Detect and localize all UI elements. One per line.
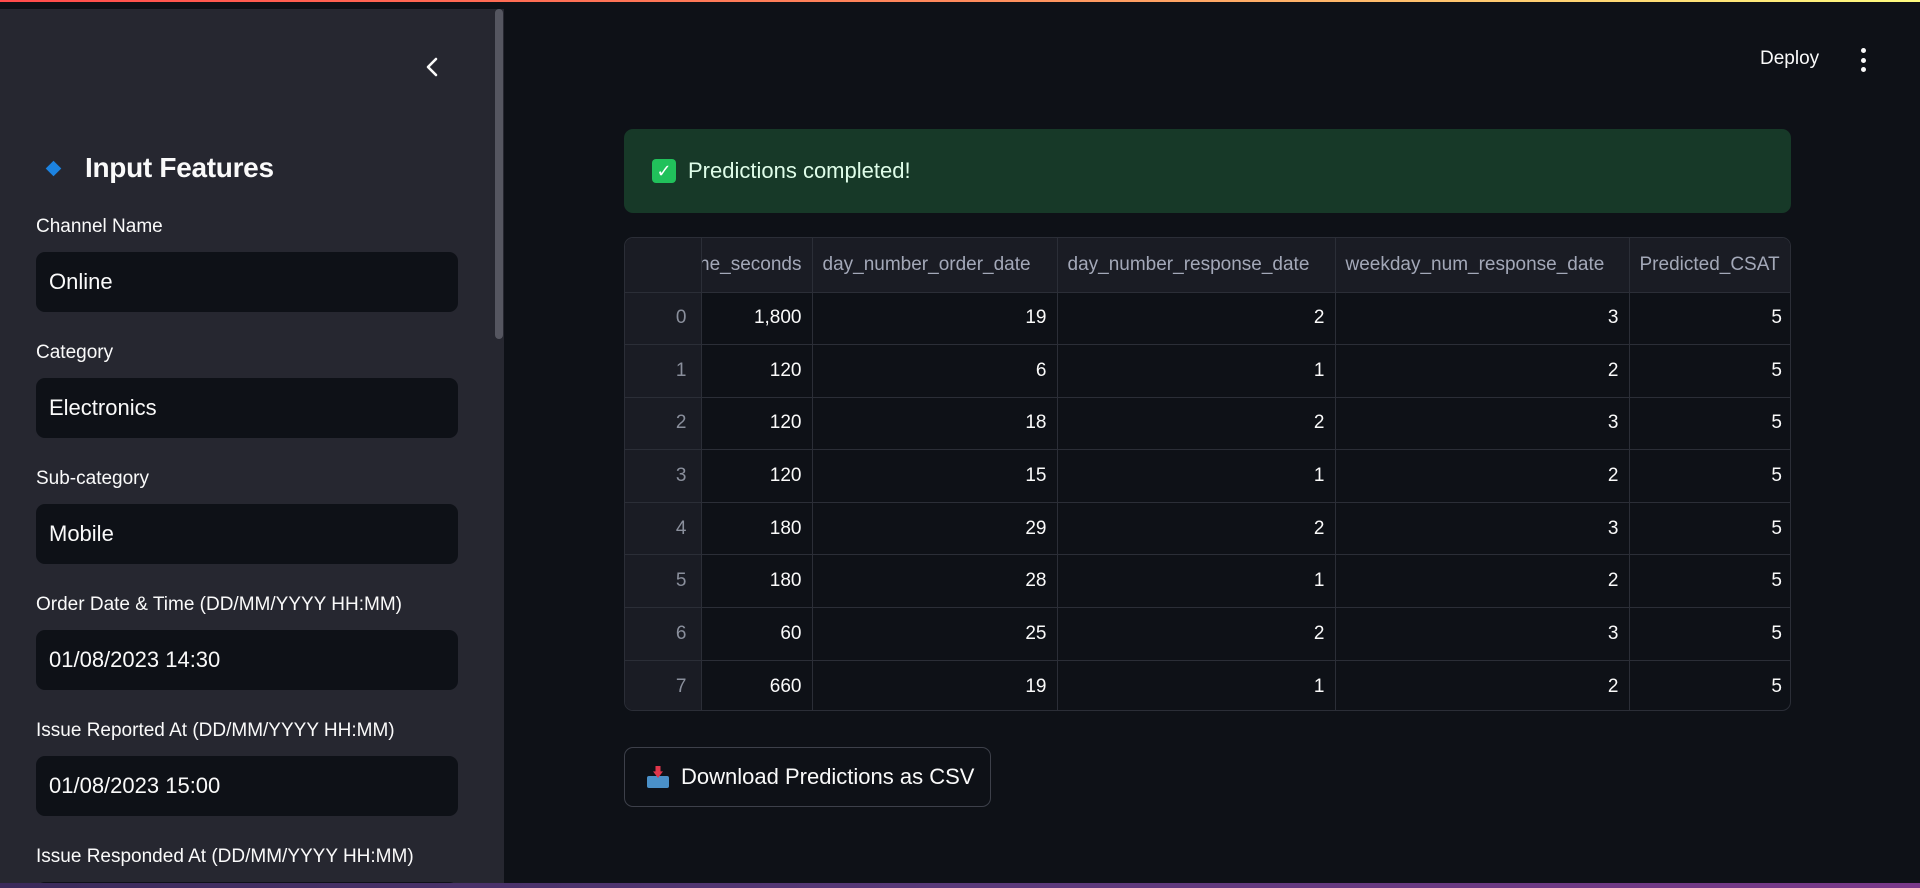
table-row[interactable]: 3 120 15 1 2 5 — [625, 449, 1790, 503]
check-icon: ✓ — [652, 159, 676, 183]
main-menu-button[interactable] — [1854, 48, 1872, 72]
table-cell[interactable]: 120 — [701, 344, 813, 398]
table-cell[interactable]: 3 — [1335, 292, 1630, 346]
table-cell[interactable]: 2 — [1057, 292, 1336, 346]
diamond-icon — [45, 160, 62, 176]
column-header[interactable]: Predicted_CSAT — [1629, 238, 1790, 293]
table-cell[interactable]: 5 — [1629, 292, 1790, 346]
issue-responded-label: Issue Responded At (DD/MM/YYYY HH:MM) — [36, 846, 414, 867]
table-cell[interactable]: 5 — [1629, 660, 1790, 710]
table-cell[interactable]: 2 — [1057, 397, 1336, 451]
order-date-input[interactable]: 01/08/2023 14:30 — [36, 630, 458, 690]
table-cell[interactable]: 15 — [812, 449, 1058, 503]
table-row[interactable]: 5 180 28 1 2 5 — [625, 554, 1790, 609]
table-cell[interactable]: 1,800 — [701, 292, 813, 346]
row-index: 1 — [625, 344, 702, 398]
table-cell[interactable]: 29 — [812, 502, 1058, 556]
table-cell[interactable]: 120 — [701, 449, 813, 503]
table-cell[interactable]: 2 — [1335, 660, 1630, 710]
index-header — [625, 238, 702, 293]
table-cell[interactable]: 2 — [1335, 449, 1630, 503]
predictions-table[interactable]: he_seconds day_number_order_date day_num… — [624, 237, 1791, 711]
table-cell[interactable]: 5 — [1629, 502, 1790, 556]
sidebar-title: Input Features — [85, 152, 274, 183]
table-cell[interactable]: 19 — [812, 292, 1058, 346]
sidebar-scrollbar[interactable] — [495, 9, 503, 339]
table-row[interactable]: 1 120 6 1 2 5 — [625, 344, 1790, 398]
table-cell[interactable]: 2 — [1057, 502, 1336, 556]
table-row[interactable]: 7 660 19 1 2 5 — [625, 660, 1790, 710]
table-cell[interactable]: 19 — [812, 660, 1058, 710]
row-index: 5 — [625, 554, 702, 609]
table-row[interactable]: 6 60 25 2 3 5 — [625, 607, 1790, 661]
row-index: 7 — [625, 660, 702, 710]
table-cell[interactable]: 2 — [1057, 607, 1336, 661]
table-row[interactable]: 2 120 18 2 3 5 — [625, 397, 1790, 451]
chevron-left-icon — [426, 57, 438, 77]
deploy-button[interactable]: Deploy — [1760, 48, 1819, 70]
category-label: Category — [36, 342, 114, 363]
table-cell[interactable]: 3 — [1335, 502, 1630, 556]
row-index: 4 — [625, 502, 702, 556]
row-index: 2 — [625, 397, 702, 451]
table-cell[interactable]: 5 — [1629, 607, 1790, 661]
table-cell[interactable]: 5 — [1629, 449, 1790, 503]
table-cell[interactable]: 3 — [1335, 397, 1630, 451]
sidebar-header: Input Features — [45, 152, 274, 184]
table-cell[interactable]: 1 — [1057, 449, 1336, 503]
download-csv-label: Download Predictions as CSV — [681, 764, 975, 789]
channel-name-input[interactable]: Online — [36, 252, 458, 312]
category-input[interactable]: Electronics — [36, 378, 458, 438]
table-cell[interactable]: 5 — [1629, 554, 1790, 609]
column-header[interactable]: he_seconds — [701, 238, 813, 293]
sub-category-label: Sub-category — [36, 468, 150, 489]
table-cell[interactable]: 28 — [812, 554, 1058, 609]
table-cell[interactable]: 1 — [1057, 344, 1336, 398]
success-alert: ✓ Predictions completed! — [624, 129, 1791, 213]
row-index: 6 — [625, 607, 702, 661]
channel-name-label: Channel Name — [36, 216, 163, 237]
inbox-tray-icon — [647, 766, 669, 788]
column-header[interactable]: day_number_response_date — [1057, 238, 1336, 293]
table-row[interactable]: 0 1,800 19 2 3 5 — [625, 292, 1790, 346]
table-cell[interactable]: 25 — [812, 607, 1058, 661]
table-cell[interactable]: 5 — [1629, 397, 1790, 451]
table-cell[interactable]: 6 — [812, 344, 1058, 398]
column-header[interactable]: weekday_num_response_date — [1335, 238, 1630, 293]
kebab-menu-icon — [1860, 48, 1866, 53]
table-header-row: he_seconds day_number_order_date day_num… — [625, 238, 1790, 293]
table-cell[interactable]: 1 — [1057, 660, 1336, 710]
table-cell[interactable]: 120 — [701, 397, 813, 451]
table-cell[interactable]: 3 — [1335, 607, 1630, 661]
table-cell[interactable]: 2 — [1335, 344, 1630, 398]
row-index: 0 — [625, 292, 702, 346]
order-date-label: Order Date & Time (DD/MM/YYYY HH:MM) — [36, 594, 402, 615]
collapse-sidebar-button[interactable] — [418, 53, 446, 81]
bottom-decoration-bar — [0, 883, 1920, 888]
issue-reported-label: Issue Reported At (DD/MM/YYYY HH:MM) — [36, 720, 395, 741]
table-cell[interactable]: 180 — [701, 502, 813, 556]
table-cell[interactable]: 180 — [701, 554, 813, 609]
success-alert-text: Predictions completed! — [688, 158, 911, 183]
issue-reported-input[interactable]: 01/08/2023 15:00 — [36, 756, 458, 816]
top-decoration-bar — [0, 0, 1920, 9]
download-csv-button[interactable]: Download Predictions as CSV — [624, 747, 991, 807]
table-cell[interactable]: 660 — [701, 660, 813, 710]
table-row[interactable]: 4 180 29 2 3 5 — [625, 502, 1790, 556]
sub-category-input[interactable]: Mobile — [36, 504, 458, 564]
table-cell[interactable]: 2 — [1335, 554, 1630, 609]
column-header[interactable]: day_number_order_date — [812, 238, 1058, 293]
table-cell[interactable]: 18 — [812, 397, 1058, 451]
sidebar: Input Features Channel Name Online Categ… — [0, 9, 504, 883]
table-cell[interactable]: 5 — [1629, 344, 1790, 398]
row-index: 3 — [625, 449, 702, 503]
table-cell[interactable]: 60 — [701, 607, 813, 661]
table-cell[interactable]: 1 — [1057, 554, 1336, 609]
